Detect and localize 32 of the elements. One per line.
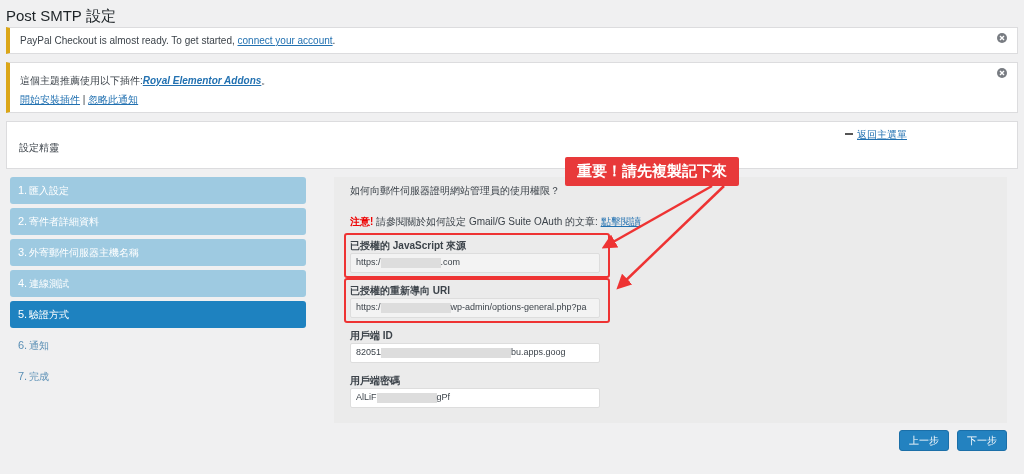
field-label: 已授權的重新導向 URI [350,284,450,298]
text-field[interactable]: https:/ .com [350,253,600,273]
notice-text: 。 [261,75,272,86]
notice-text: PayPal Checkout is almost ready. To get started, [20,35,236,46]
field-label: 用戶端 ID [350,329,393,343]
wizard-title: 設定精靈 [19,141,59,155]
text-field[interactable]: 82051 bu.apps.goog [350,343,600,363]
back-link[interactable]: 返回主選單 [857,126,907,142]
separator-text: | [81,94,87,105]
note-link[interactable]: 點擊閱讀 [600,216,641,227]
text-field[interactable]: https:/ wp-admin/options-general.php?pa [350,298,600,318]
close-icon[interactable] [997,68,1007,78]
close-icon[interactable] [997,33,1007,43]
notice-text: . [332,35,336,46]
note-text: 注意! 請參閱關於如何設定 Gmail/G Suite OAuth 的文章: 點擊閱讀 [350,215,641,229]
redacted-block [376,393,437,403]
notice-action-link[interactable]: 忽略此通知 [88,94,139,105]
wizard-step[interactable]: 7. 完成 [10,363,306,390]
arrow-icon [845,133,853,135]
wizard-step[interactable]: 6. 通知 [10,332,306,359]
text-field[interactable]: AlLiF gPf [350,388,600,408]
page-title: Post SMTP 設定 [5,6,117,26]
notice-link[interactable]: connect your account [237,35,333,46]
field-label: 用戶端密碼 [350,374,400,388]
wizard-step[interactable]: 5. 驗證方式 [10,301,306,328]
wizard-button[interactable]: 上一步 [899,430,949,451]
notice-action-link[interactable]: 開始安裝插件 [20,94,80,105]
callout-label: 重要！請先複製記下來 [565,157,739,186]
notice-text: 這個主題推薦使用以下插件: [20,75,143,86]
question-text: 如何向郵件伺服器證明網站管理員的使用權限？ [350,184,561,198]
field-label: 已授權的 JavaScript 來源 [350,239,467,253]
wizard-button[interactable]: 下一步 [957,430,1007,451]
